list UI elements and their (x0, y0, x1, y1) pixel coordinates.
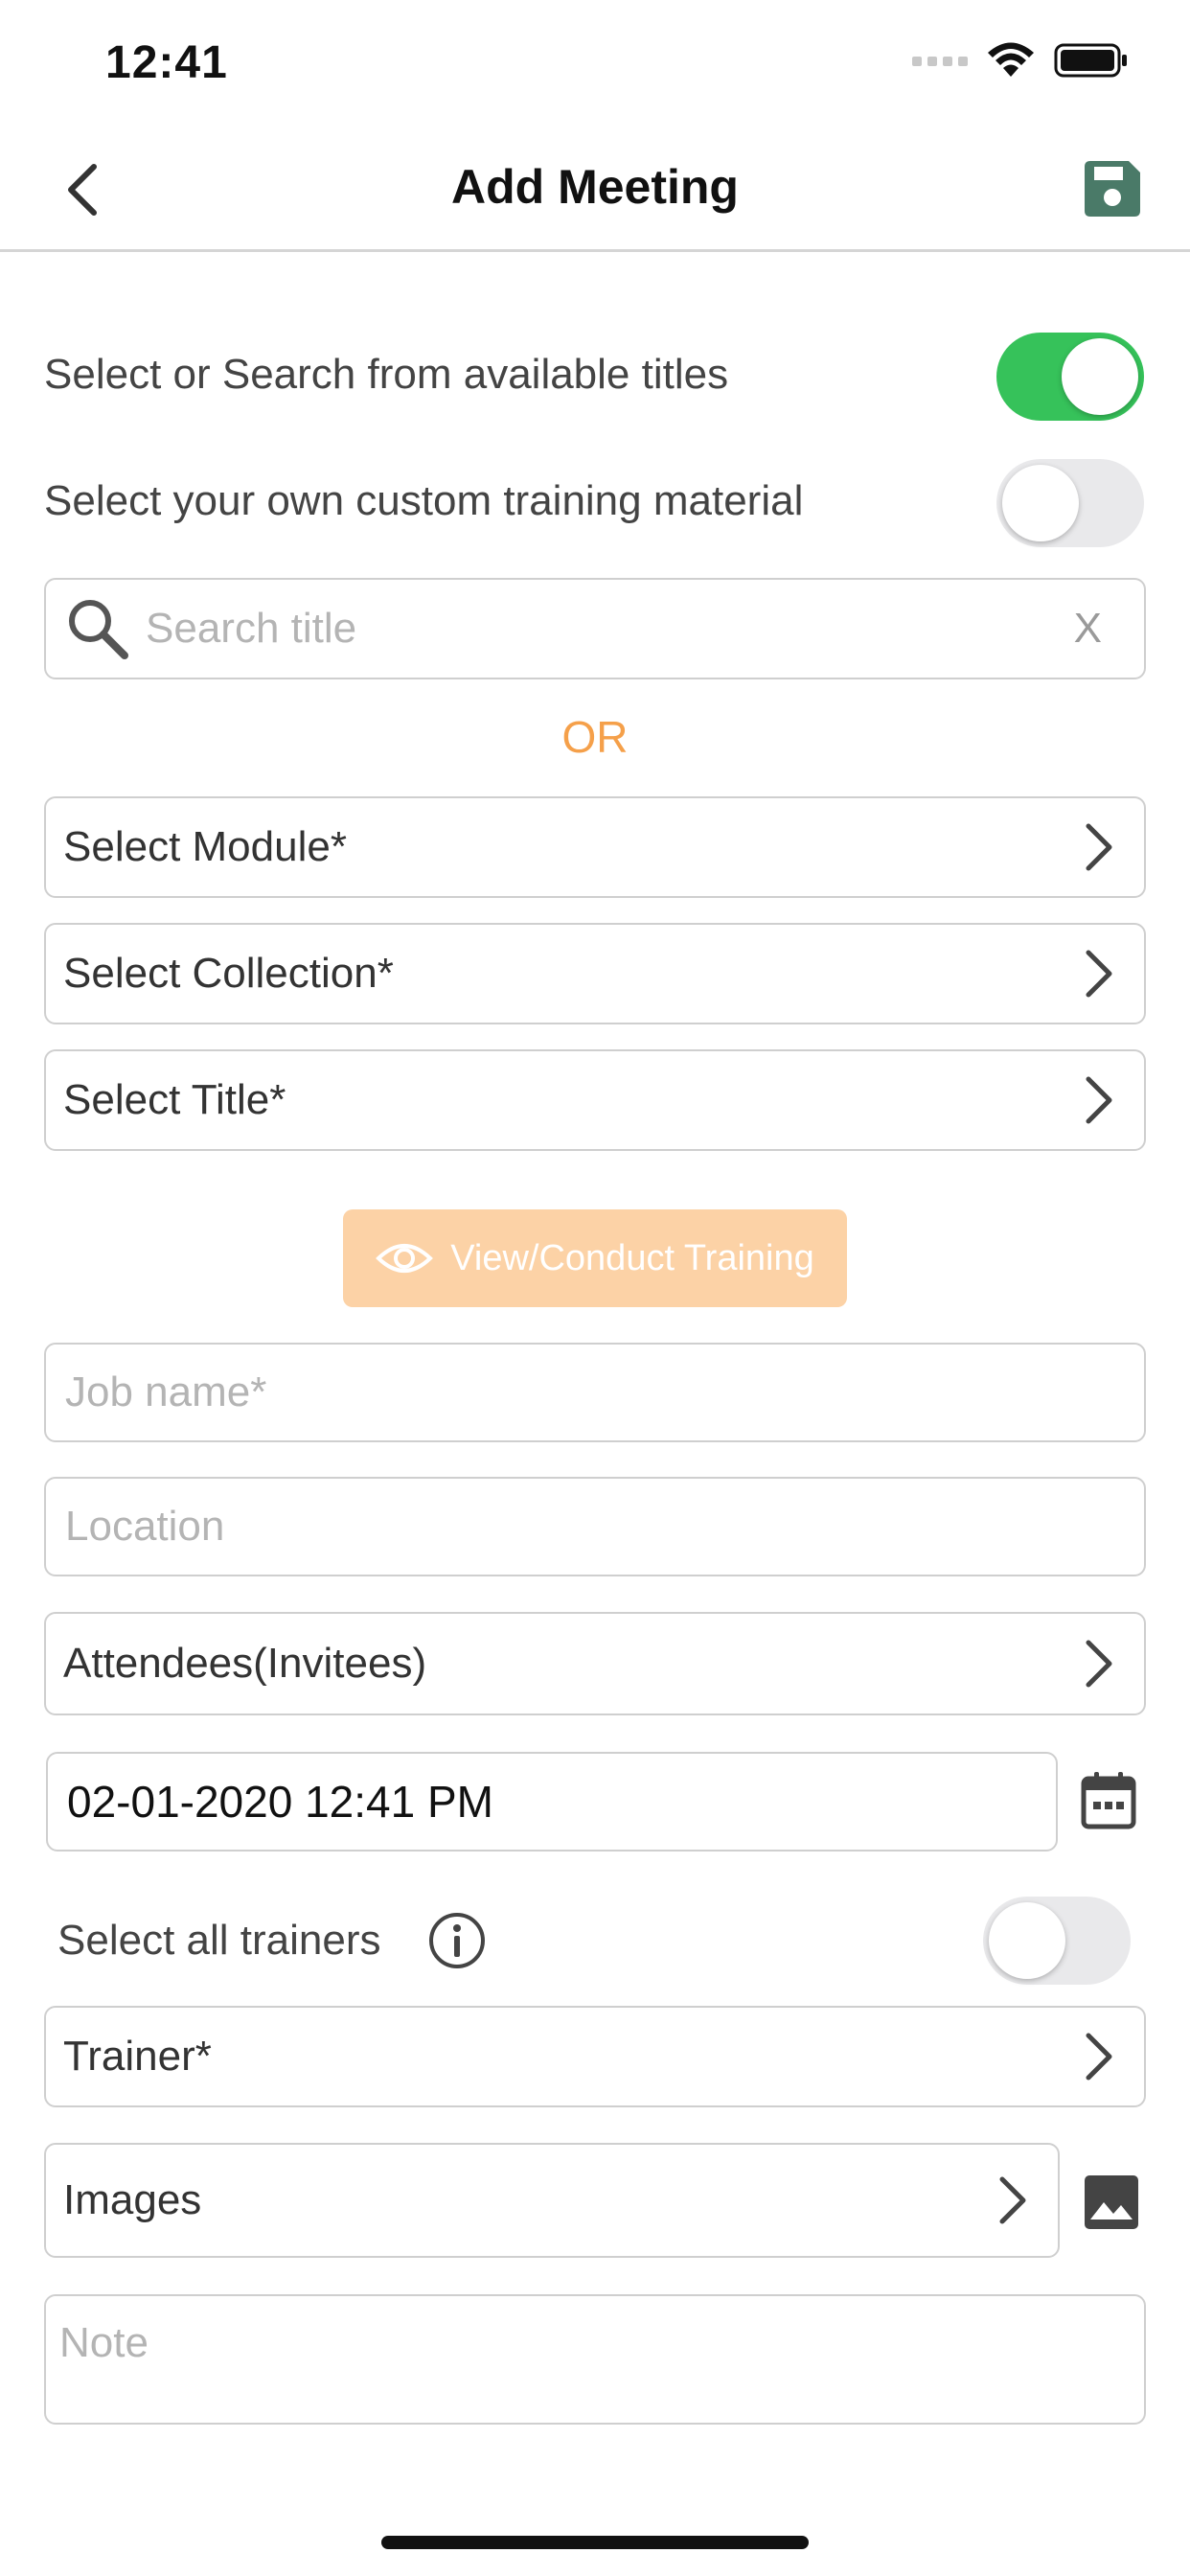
battery-icon (1054, 43, 1127, 78)
chevron-right-icon (1086, 950, 1112, 998)
location-field[interactable]: Location (44, 1477, 1146, 1576)
status-icons (912, 42, 1129, 79)
chevron-right-icon (1086, 823, 1112, 871)
chevron-right-icon (1086, 2033, 1112, 2081)
custom-material-toggle[interactable] (996, 459, 1144, 547)
images-field[interactable]: Images (44, 2143, 1060, 2258)
view-conduct-training-button[interactable]: View/Conduct Training (343, 1209, 847, 1307)
calendar-button[interactable] (1081, 1771, 1136, 1830)
select-module-label: Select Module* (63, 823, 347, 870)
job-name-input[interactable]: Job name* (46, 1368, 1144, 1416)
select-all-trainers-label: Select all trainers (57, 1917, 381, 1964)
meeting-datetime-value[interactable]: 02-01-2020 12:41 PM (48, 1776, 493, 1828)
select-module-field[interactable]: Select Module* (44, 796, 1146, 898)
calendar-icon (1081, 1772, 1136, 1829)
status-time: 12:41 (105, 37, 228, 88)
wifi-icon (988, 42, 1034, 77)
eye-icon (376, 1244, 434, 1273)
search-input[interactable]: Search title (132, 605, 1074, 653)
note-field[interactable]: Note (44, 2294, 1146, 2425)
search-titles-toggle[interactable] (996, 333, 1144, 421)
cellular-signal-icon (912, 57, 968, 66)
select-collection-field[interactable]: Select Collection* (44, 923, 1146, 1024)
floppy-disk-icon (1085, 161, 1140, 217)
select-collection-label: Select Collection* (63, 950, 394, 997)
chevron-right-icon (999, 2176, 1026, 2224)
search-icon (69, 600, 128, 659)
select-title-field[interactable]: Select Title* (44, 1049, 1146, 1151)
select-title-label: Select Title* (63, 1076, 286, 1123)
trainer-field[interactable]: Trainer* (44, 2006, 1146, 2107)
home-indicator (381, 2536, 809, 2549)
meeting-datetime-field[interactable]: 02-01-2020 12:41 PM (46, 1752, 1058, 1852)
image-icon (1085, 2175, 1138, 2229)
attendees-label: Attendees(Invitees) (63, 1640, 427, 1687)
images-label: Images (63, 2176, 202, 2223)
chevron-right-icon (1086, 1640, 1112, 1688)
location-input[interactable]: Location (46, 1503, 1144, 1551)
add-image-button[interactable] (1085, 2175, 1138, 2229)
save-button[interactable] (1083, 159, 1142, 218)
select-all-trainers-toggle[interactable] (983, 1897, 1131, 1985)
view-conduct-training-label: View/Conduct Training (450, 1237, 814, 1278)
clear-search-button[interactable]: X (1074, 605, 1102, 653)
or-divider: OR (561, 712, 629, 762)
info-button[interactable] (427, 1911, 487, 1970)
custom-material-label: Select your own custom training material (44, 477, 804, 524)
page-title: Add Meeting (451, 160, 739, 214)
chevron-right-icon (1086, 1076, 1112, 1124)
search-title-field[interactable]: Search title X (44, 578, 1146, 679)
attendees-field[interactable]: Attendees(Invitees) (44, 1612, 1146, 1715)
info-icon (429, 1913, 485, 1968)
note-input[interactable]: Note (46, 2296, 1144, 2367)
trainer-label: Trainer* (63, 2033, 212, 2080)
search-titles-label: Select or Search from available titles (44, 351, 729, 398)
job-name-field[interactable]: Job name* (44, 1343, 1146, 1442)
header-divider (0, 249, 1190, 252)
